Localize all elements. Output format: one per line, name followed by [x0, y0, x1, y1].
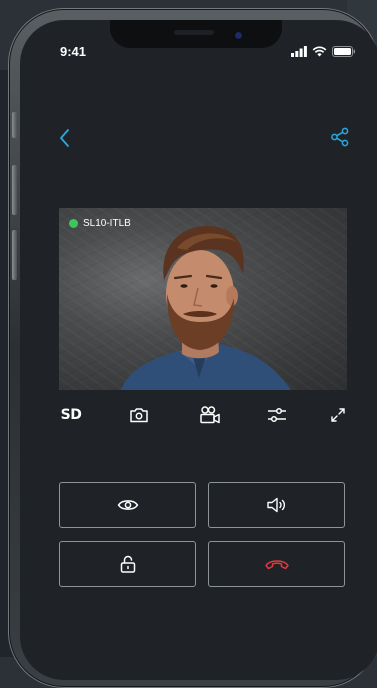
- camera-name: SL10-ITLB: [83, 218, 131, 229]
- unlock-door-button[interactable]: [59, 541, 196, 587]
- volume-down-button: [12, 230, 17, 280]
- back-chevron-icon[interactable]: [58, 128, 72, 148]
- status-time: 9:41: [60, 44, 87, 59]
- camera-label: SL10-ITLB: [69, 218, 131, 229]
- status-icons: [291, 44, 356, 58]
- front-camera: [235, 32, 242, 39]
- eye-icon: [117, 500, 138, 510]
- share-icon[interactable]: [330, 127, 350, 147]
- video-feed[interactable]: SL10-ITLB: [59, 208, 347, 390]
- signal-icon: [291, 45, 307, 57]
- notch: [110, 20, 282, 48]
- speaker-icon: [266, 497, 285, 513]
- earpiece: [174, 30, 214, 35]
- camera-icon: [130, 408, 148, 423]
- settings-button[interactable]: [266, 402, 288, 428]
- battery-icon: [332, 45, 355, 57]
- phone-hangup-icon: [264, 560, 289, 570]
- snapshot-button[interactable]: [128, 402, 150, 428]
- volume-up-button: [12, 165, 17, 215]
- video-record-icon: [200, 406, 220, 424]
- view-button[interactable]: [59, 482, 196, 528]
- online-status-dot: [69, 219, 78, 228]
- expand-icon: [331, 408, 345, 422]
- mute-switch: [12, 112, 17, 138]
- unlock-icon: [120, 555, 135, 573]
- person-portrait: [121, 226, 291, 390]
- hangup-button[interactable]: [208, 541, 345, 587]
- sliders-icon: [268, 407, 286, 423]
- sd-quality-button[interactable]: SD: [58, 402, 84, 428]
- phone-screen: 9:41 SL10-ITLB SD: [20, 20, 377, 680]
- video-toolbar: SD: [58, 402, 348, 428]
- speaker-button[interactable]: [208, 482, 345, 528]
- wifi-icon: [312, 46, 327, 56]
- fullscreen-button[interactable]: [328, 402, 348, 428]
- record-button[interactable]: [198, 402, 222, 428]
